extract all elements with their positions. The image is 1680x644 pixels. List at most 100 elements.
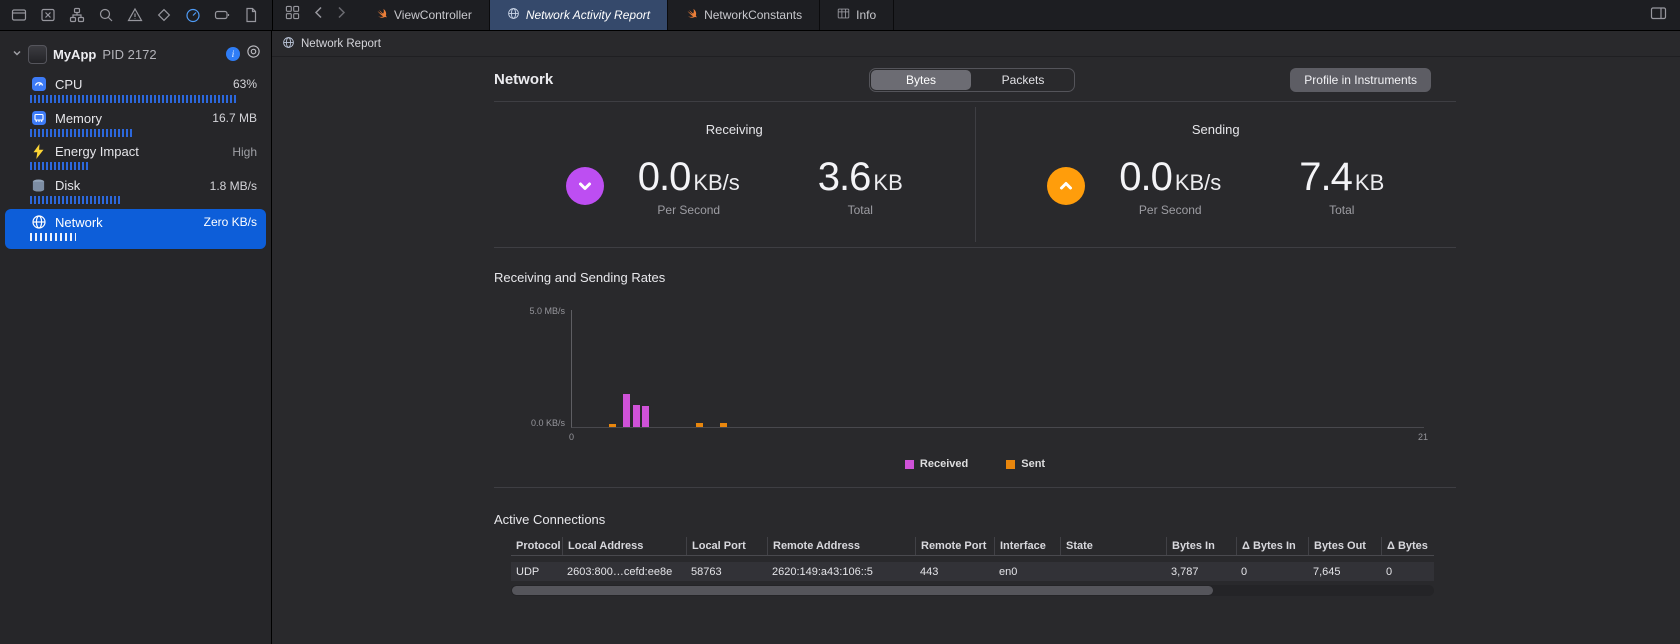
receiving-rate: 0.0 KB/s Per Second — [638, 155, 740, 217]
jump-bar[interactable]: Network Report — [272, 31, 1680, 57]
tab-label: Info — [856, 8, 877, 22]
tab-network-activity-report[interactable]: Network Activity Report — [489, 0, 669, 30]
profile-in-instruments-button[interactable]: Profile in Instruments — [1290, 68, 1431, 92]
x-axis-start-label: 0 — [569, 432, 575, 442]
memory-history-sparkline — [30, 129, 134, 137]
connection-row[interactable]: UDP 2603:800…cefd:ee8e 58763 2620:149:a43:1… — [511, 562, 1434, 581]
total-unit: KB — [1354, 170, 1385, 195]
connection-cell: 58763 — [691, 565, 722, 578]
column-header[interactable]: Δ Bytes — [1381, 537, 1434, 555]
gauge-memory[interactable]: Memory 16.7 MB — [5, 107, 266, 140]
navigator-selector-bar — [0, 0, 272, 30]
forward-icon[interactable] — [337, 6, 346, 24]
find-navigator-icon[interactable] — [98, 7, 114, 23]
rate-caption: Per Second — [657, 203, 721, 217]
connection-cell: 443 — [920, 565, 939, 578]
column-header[interactable]: Remote Port — [915, 537, 994, 555]
sending-rate: 0.0 KB/s Per Second — [1119, 155, 1221, 217]
process-name: MyApp — [53, 46, 97, 62]
info-badge-icon[interactable]: i — [226, 47, 240, 61]
memory-gauge-icon — [30, 110, 47, 126]
process-row[interactable]: MyApp PID 2172 i — [0, 31, 271, 72]
battery-icon[interactable] — [214, 7, 230, 23]
disk-history-sparkline — [30, 196, 122, 204]
network-history-sparkline — [30, 233, 76, 241]
inspector-toggle-icon[interactable] — [1650, 5, 1667, 26]
tab-info[interactable]: Info — [820, 0, 895, 30]
legend-swatch — [1006, 459, 1016, 469]
x-axis-end-label: 21 — [1417, 432, 1428, 442]
gauge-value: 1.8 MB/s — [209, 178, 257, 193]
tab-viewcontroller[interactable]: ViewController — [358, 0, 490, 30]
back-icon[interactable] — [314, 6, 323, 24]
rates-section: Receiving and Sending Rates 5.0 MB/s 0.0… — [494, 248, 1456, 488]
cpu-gauge-icon — [30, 76, 47, 92]
source-control-icon[interactable] — [40, 7, 56, 23]
issue-navigator-icon[interactable] — [127, 7, 143, 23]
legend-item: Sent — [1006, 458, 1045, 470]
rates-title: Receiving and Sending Rates — [494, 270, 666, 285]
bytes-packets-segmented-control: Bytes Packets — [869, 68, 1075, 92]
column-header[interactable]: Bytes Out — [1308, 537, 1381, 555]
gauge-label: Memory — [55, 110, 102, 126]
column-header[interactable]: Remote Address — [767, 537, 915, 555]
total-value: 7.4 — [1299, 155, 1353, 199]
connection-cell: 0 — [1386, 565, 1393, 578]
gauge-energy-impact[interactable]: Energy Impact High — [5, 141, 266, 174]
receiving-section: Receiving 0.0 KB/s Per Second 3.6 KB Total — [494, 102, 975, 247]
gauge-cpu[interactable]: CPU 63% — [5, 73, 266, 106]
column-header[interactable]: Protocol — [511, 537, 562, 555]
receiving-title: Receiving — [705, 122, 763, 137]
test-navigator-icon[interactable] — [156, 7, 172, 23]
process-pid: PID 2172 — [102, 46, 157, 62]
connections-table: Protocol Local Address Local Port Remote Ad… — [511, 537, 1434, 581]
gauge-network[interactable]: Network Zero KB/s — [5, 209, 266, 249]
connections-title: Active Connections — [494, 512, 606, 527]
jump-bar-label: Network Report — [301, 37, 381, 50]
rates-chart: 5.0 MB/s 0.0 KB/s 0 21 — [529, 306, 1428, 442]
gauge-value: Zero KB/s — [203, 215, 257, 229]
app-icon — [28, 44, 47, 64]
connections-header-row: Protocol Local Address Local Port Remote Ad… — [511, 537, 1434, 556]
window-navigator-icon[interactable] — [11, 7, 27, 23]
chart-bar-received — [622, 394, 630, 427]
debug-navigator: MyApp PID 2172 i CPU 63% Memory 16.7 MB … — [0, 31, 272, 644]
total-caption: Total — [847, 203, 873, 217]
receiving-total: 3.6 KB Total — [818, 155, 903, 217]
y-axis-bottom-label: 0.0 KB/s — [530, 418, 565, 428]
segment-packets[interactable]: Packets — [973, 70, 1073, 90]
horizontal-scrollbar[interactable] — [511, 585, 1434, 596]
tab-overview-icon[interactable] — [285, 5, 300, 25]
chart-bar-received — [641, 405, 649, 427]
symbol-navigator-icon[interactable] — [69, 7, 85, 23]
legend-label: Received — [919, 458, 969, 470]
column-header[interactable]: Interface — [994, 537, 1060, 555]
debug-navigator-icon[interactable] — [185, 7, 201, 23]
legend-label: Sent — [1021, 458, 1046, 470]
chart-bar-sent — [695, 422, 703, 427]
network-globe-icon — [30, 214, 47, 230]
gauge-label: Energy Impact — [55, 144, 139, 159]
column-header[interactable]: Δ Bytes In — [1236, 537, 1308, 555]
column-header[interactable]: Local Address — [562, 537, 686, 555]
gauge-value: High — [232, 144, 257, 159]
column-header[interactable]: State — [1060, 537, 1166, 555]
sending-total: 7.4 KB Total — [1299, 155, 1384, 217]
column-header[interactable]: Bytes In — [1166, 537, 1236, 555]
page-title: Network — [494, 70, 554, 88]
scrollbar-thumb[interactable] — [512, 586, 1214, 595]
report-navigator-icon[interactable] — [243, 7, 259, 23]
tab-networkconstants[interactable]: NetworkConstants — [668, 0, 821, 30]
rate-caption: Per Second — [1138, 203, 1202, 217]
network-report: Network Bytes Packets Profile in Instrum… — [494, 57, 1456, 596]
connection-cell: 2603:800…cefd:ee8e — [567, 565, 673, 578]
disclosure-chevron-icon[interactable] — [12, 45, 22, 63]
chart-bar-sent — [720, 422, 728, 427]
column-header[interactable]: Local Port — [686, 537, 767, 555]
chart-legend: Received Sent — [494, 458, 1456, 470]
gauge-disk[interactable]: Disk 1.8 MB/s — [5, 175, 266, 208]
segment-bytes[interactable]: Bytes — [871, 70, 971, 90]
tab-controls — [273, 0, 358, 30]
rate-value: 0.0 — [637, 155, 692, 199]
tab-label: Network Activity Report — [525, 8, 651, 22]
